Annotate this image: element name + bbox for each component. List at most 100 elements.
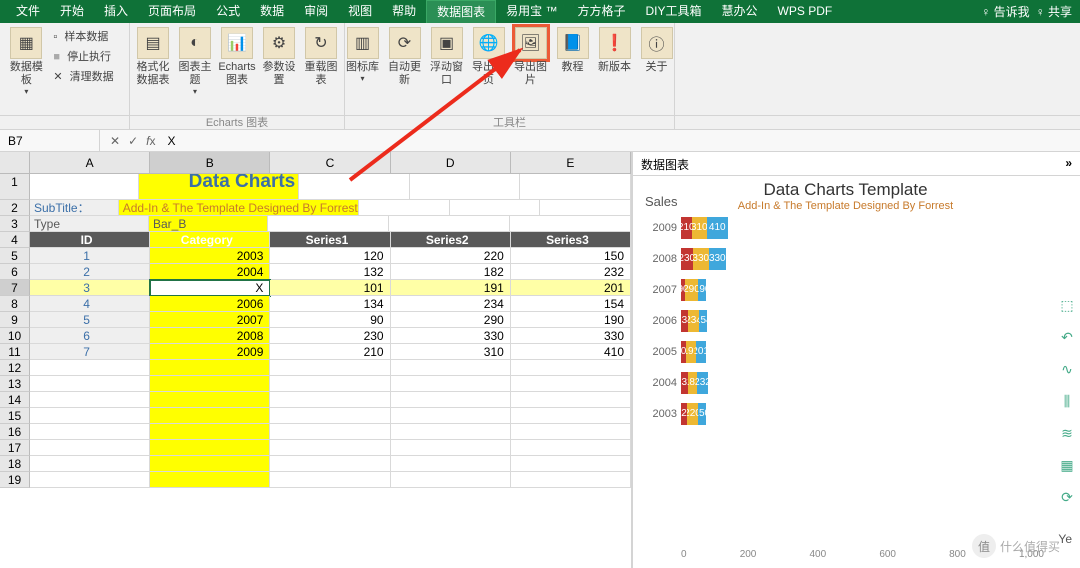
cell-category[interactable]: X: [150, 280, 270, 296]
cell-s2[interactable]: 330: [391, 328, 511, 344]
cancel-icon[interactable]: ✕: [110, 134, 120, 148]
row-14[interactable]: 14: [0, 392, 30, 408]
new-version-button[interactable]: ❗新版本: [596, 27, 634, 74]
reload-chart-button[interactable]: ↻重载图表: [302, 27, 340, 87]
export-image-button[interactable]: 🖼导出图片: [512, 27, 550, 87]
name-box[interactable]: B7: [0, 130, 100, 151]
bar-seg-s2[interactable]: 330: [693, 248, 710, 270]
confirm-icon[interactable]: ✓: [128, 134, 138, 148]
col-A[interactable]: A: [30, 152, 150, 173]
row-6[interactable]: 6: [0, 264, 30, 280]
tab-layout[interactable]: 页面布局: [138, 0, 206, 23]
col-E[interactable]: E: [511, 152, 631, 173]
col-B[interactable]: B: [150, 152, 270, 173]
cell-category[interactable]: 2008: [150, 328, 270, 344]
row-9[interactable]: 9: [0, 312, 30, 328]
about-button[interactable]: ⓘ关于: [638, 27, 676, 74]
cell-id[interactable]: 1: [30, 248, 150, 264]
cell-category[interactable]: 2006: [150, 296, 270, 312]
tab-eyb[interactable]: 易用宝 ™: [496, 0, 567, 23]
tool-region-icon[interactable]: ⬚: [1058, 296, 1076, 314]
select-all-corner[interactable]: [0, 152, 30, 173]
tool-back-icon[interactable]: ↶: [1058, 328, 1076, 346]
cell-s3[interactable]: 201: [511, 280, 631, 296]
cell-category[interactable]: 2003: [150, 248, 270, 264]
cell-category[interactable]: 2004: [150, 264, 270, 280]
cell-s2[interactable]: 290: [391, 312, 511, 328]
bar-seg-s3[interactable]: 410: [707, 217, 728, 239]
formula-bar[interactable]: X: [163, 134, 175, 148]
bar-stack[interactable]: 101 191 201: [681, 341, 731, 363]
bar-seg-s2[interactable]: 191: [686, 341, 696, 363]
cell-s2[interactable]: 191: [391, 280, 511, 296]
cell-category[interactable]: 2007: [150, 312, 270, 328]
row-11[interactable]: 11: [0, 344, 30, 360]
hdr-category[interactable]: Category: [150, 232, 270, 248]
share-button[interactable]: ♀ 共享: [1036, 3, 1072, 20]
bar-seg-s3[interactable]: 232: [697, 372, 709, 394]
cell-s3[interactable]: 232: [511, 264, 631, 280]
hdr-s2[interactable]: Series2: [391, 232, 511, 248]
row-18[interactable]: 18: [0, 456, 30, 472]
tab-formula[interactable]: 公式: [206, 0, 250, 23]
cell-s3[interactable]: 410: [511, 344, 631, 360]
cell-s2[interactable]: 234: [391, 296, 511, 312]
cell-category[interactable]: 2009: [150, 344, 270, 360]
col-D[interactable]: D: [391, 152, 511, 173]
tab-insert[interactable]: 插入: [94, 0, 138, 23]
params-button[interactable]: ⚙参数设置: [260, 27, 298, 87]
spreadsheet[interactable]: A B C D E 1 Data Charts Template 2 SubTi…: [0, 152, 632, 568]
row-7[interactable]: 7: [0, 280, 30, 296]
hdr-id[interactable]: ID: [30, 232, 150, 248]
fx-icon[interactable]: fx: [146, 134, 155, 148]
icon-lib-button[interactable]: ▥图标库▾: [344, 27, 382, 83]
bar-seg-s1[interactable]: 134: [681, 310, 688, 332]
cell-id[interactable]: 5: [30, 312, 150, 328]
bar-stack[interactable]: 120 220 150: [681, 403, 731, 425]
sample-data-button[interactable]: ▫ 样本数据: [49, 27, 121, 45]
row-2[interactable]: 2: [0, 200, 30, 216]
bar-stack[interactable]: 210 310 410: [681, 217, 731, 239]
tool-line-icon[interactable]: ∿: [1058, 360, 1076, 378]
row-1[interactable]: 1: [0, 174, 30, 200]
chart-theme-button[interactable]: ◐图表主题▾: [176, 27, 214, 96]
tab-file[interactable]: 文件: [6, 0, 50, 23]
row-3[interactable]: 3: [0, 216, 30, 232]
cell-id[interactable]: 7: [30, 344, 150, 360]
bar-seg-s2[interactable]: 220: [687, 403, 698, 425]
stop-exec-button[interactable]: ■ 停止执行: [49, 47, 121, 65]
cell-id[interactable]: 3: [30, 280, 150, 296]
export-web-button[interactable]: 🌐导出网页: [470, 27, 508, 87]
tab-hbg[interactable]: 慧办公: [712, 0, 768, 23]
tab-view[interactable]: 视图: [338, 0, 382, 23]
cell-id[interactable]: 4: [30, 296, 150, 312]
type-value[interactable]: Bar_B: [149, 216, 268, 232]
auto-update-button[interactable]: ⟳自动更新: [386, 27, 424, 87]
clear-data-button[interactable]: ✕ 清理数据: [49, 67, 121, 85]
row-8[interactable]: 8: [0, 296, 30, 312]
cell-s2[interactable]: 182: [391, 264, 511, 280]
bar-seg-s1[interactable]: 210: [681, 217, 692, 239]
cell-s3[interactable]: 150: [511, 248, 631, 264]
bar-seg-s3[interactable]: 190: [698, 279, 706, 301]
cell-s3[interactable]: 190: [511, 312, 631, 328]
float-window-button[interactable]: ▣浮动窗口: [428, 27, 466, 87]
bar-stack[interactable]: 134 234 154: [681, 310, 731, 332]
tool-refresh-icon[interactable]: ⟳: [1058, 488, 1076, 506]
cell-id[interactable]: 2: [30, 264, 150, 280]
cell-s2[interactable]: 220: [391, 248, 511, 264]
bar-stack[interactable]: 230 330 330: [681, 248, 731, 270]
bar-seg-s2[interactable]: 234: [688, 310, 700, 332]
row-10[interactable]: 10: [0, 328, 30, 344]
tab-review[interactable]: 审阅: [294, 0, 338, 23]
tab-home[interactable]: 开始: [50, 0, 94, 23]
bar-seg-s2[interactable]: 182: [688, 372, 697, 394]
cell-s3[interactable]: 154: [511, 296, 631, 312]
subtitle-value[interactable]: Add-In & The Template Designed By Forres…: [119, 200, 359, 216]
tell-me[interactable]: ♀ 告诉我: [981, 3, 1029, 20]
tool-bar-icon[interactable]: ⫼: [1058, 392, 1076, 410]
tool-stack-icon[interactable]: ≋: [1058, 424, 1076, 442]
cell-s1[interactable]: 210: [270, 344, 390, 360]
hdr-s1[interactable]: Series1: [270, 232, 390, 248]
cell-s1[interactable]: 134: [270, 296, 390, 312]
